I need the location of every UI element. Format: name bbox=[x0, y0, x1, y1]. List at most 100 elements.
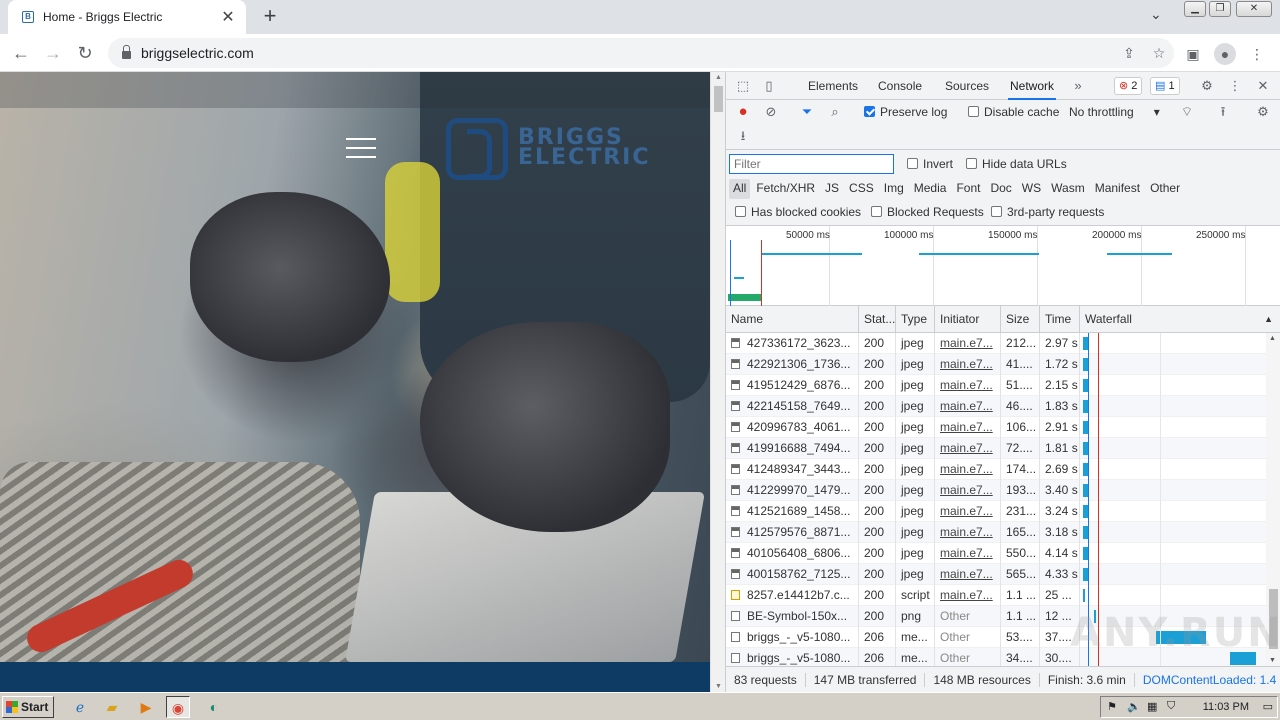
error-count-badge[interactable]: ⊗ 2 bbox=[1114, 77, 1143, 95]
table-scroll-up-icon[interactable]: ▲ bbox=[1269, 335, 1276, 342]
settings-gear-icon[interactable]: ⚙ bbox=[1198, 76, 1216, 96]
lock-icon[interactable] bbox=[122, 45, 131, 59]
message-count-badge[interactable]: ▤ 1 bbox=[1150, 77, 1180, 95]
volume-icon[interactable]: 🔈 bbox=[1127, 700, 1141, 713]
record-icon[interactable]: ● bbox=[734, 102, 752, 122]
type-filter-other[interactable]: Other bbox=[1146, 179, 1184, 199]
close-devtools-icon[interactable]: ✕ bbox=[1254, 76, 1272, 96]
forward-button[interactable]: → bbox=[40, 40, 66, 66]
address-bar[interactable]: briggselectric.com ⇪ ☆ bbox=[108, 38, 1174, 68]
taskbar-clock[interactable]: 11:03 PM bbox=[1203, 697, 1249, 717]
table-row[interactable]: 8257.e14412b7.c... 200 script main.e7... 1.1… bbox=[726, 585, 1266, 606]
cell-initiator[interactable]: main.e7... bbox=[935, 375, 1001, 396]
site-logo[interactable]: BRIGGS ELECTRIC bbox=[446, 118, 666, 180]
file-explorer-icon[interactable]: ▰ bbox=[100, 696, 124, 718]
type-filter-css[interactable]: CSS bbox=[845, 179, 878, 199]
internet-explorer-icon[interactable]: ℯ bbox=[68, 696, 92, 718]
throttling-select[interactable]: No throttling ▾ bbox=[1069, 105, 1160, 119]
type-filter-wasm[interactable]: Wasm bbox=[1047, 179, 1089, 199]
table-row[interactable]: 412299970_1479... 200 jpeg main.e7... 193...… bbox=[726, 480, 1266, 501]
cell-initiator[interactable]: main.e7... bbox=[935, 438, 1001, 459]
tray-flag-icon[interactable]: ⚑ bbox=[1107, 700, 1117, 713]
type-filter-img[interactable]: Img bbox=[880, 179, 908, 199]
table-row[interactable]: 419512429_6876... 200 jpeg main.e7... 51....… bbox=[726, 375, 1266, 396]
network-icon[interactable]: ▦ bbox=[1147, 700, 1157, 713]
table-row[interactable]: 422145158_7649... 200 jpeg main.e7... 46....… bbox=[726, 396, 1266, 417]
cell-initiator[interactable]: main.e7... bbox=[935, 543, 1001, 564]
type-filter-fetch-xhr[interactable]: Fetch/XHR bbox=[752, 179, 819, 199]
scroll-down-icon[interactable]: ▼ bbox=[711, 683, 726, 690]
browser-tab[interactable]: B Home - Briggs Electric ✕ bbox=[8, 0, 246, 34]
profile-avatar-icon[interactable]: ● bbox=[1214, 43, 1236, 65]
new-tab-button[interactable]: + bbox=[258, 4, 282, 28]
scroll-up-icon[interactable]: ▲ bbox=[711, 74, 726, 81]
preserve-log-checkbox[interactable]: Preserve log bbox=[864, 105, 947, 119]
show-desktop-icon[interactable]: ▭ bbox=[1263, 700, 1273, 713]
cell-initiator[interactable]: main.e7... bbox=[935, 333, 1001, 354]
type-filter-all[interactable]: All bbox=[729, 179, 751, 199]
third-party-requests-checkbox[interactable]: 3rd-party requests bbox=[991, 205, 1104, 219]
table-row[interactable]: 412521689_1458... 200 jpeg main.e7... 231...… bbox=[726, 501, 1266, 522]
table-row[interactable]: 400158762_7125... 200 jpeg main.e7... 565...… bbox=[726, 564, 1266, 585]
side-panel-icon[interactable]: ▣ bbox=[1182, 43, 1204, 65]
export-har-icon[interactable]: ⭳ bbox=[734, 126, 752, 146]
type-filter-font[interactable]: Font bbox=[952, 179, 984, 199]
table-row[interactable]: 419916688_7494... 200 jpeg main.e7... 72....… bbox=[726, 438, 1266, 459]
table-row[interactable]: 427336172_3623... 200 jpeg main.e7... 212...… bbox=[726, 333, 1266, 354]
table-row[interactable]: 412579576_8871... 200 jpeg main.e7... 165...… bbox=[726, 522, 1266, 543]
search-icon[interactable]: ⌕ bbox=[826, 102, 844, 122]
cell-initiator[interactable]: main.e7... bbox=[935, 396, 1001, 417]
close-window-button[interactable]: ✕ bbox=[1236, 1, 1272, 17]
disable-cache-checkbox[interactable]: Disable cache bbox=[968, 105, 1059, 119]
has-blocked-cookies-checkbox[interactable]: Has blocked cookies bbox=[735, 205, 861, 219]
column-status[interactable]: Stat... bbox=[859, 306, 896, 333]
start-button[interactable]: Start bbox=[2, 696, 54, 718]
tab-search-chevron-icon[interactable]: ⌄ bbox=[1150, 6, 1162, 23]
table-row[interactable]: 401056408_6806... 200 jpeg main.e7... 550...… bbox=[726, 543, 1266, 564]
network-settings-icon[interactable]: ⚙ bbox=[1254, 102, 1272, 122]
invert-checkbox[interactable]: Invert bbox=[907, 157, 953, 171]
edge-icon[interactable]: ◐ bbox=[202, 696, 226, 718]
menu-kebab-icon[interactable]: ⋮ bbox=[1246, 43, 1268, 65]
cell-initiator[interactable]: main.e7... bbox=[935, 585, 1001, 606]
column-initiator[interactable]: Initiator bbox=[935, 306, 1001, 333]
import-har-icon[interactable]: ⭱ bbox=[1214, 102, 1232, 122]
security-shield-icon[interactable]: ⛉ bbox=[1167, 700, 1175, 713]
device-toolbar-icon[interactable]: ▯ bbox=[760, 76, 778, 96]
devtools-menu-icon[interactable]: ⋮ bbox=[1226, 76, 1244, 96]
chrome-taskbar-icon[interactable]: ◉ bbox=[166, 696, 190, 718]
cell-initiator[interactable]: main.e7... bbox=[935, 480, 1001, 501]
tab-console[interactable]: Console bbox=[876, 72, 924, 100]
type-filter-media[interactable]: Media bbox=[910, 179, 951, 199]
tab-elements[interactable]: Elements bbox=[806, 72, 860, 100]
inspect-element-icon[interactable]: ⬚ bbox=[734, 76, 752, 96]
table-scroll-down-icon[interactable]: ▼ bbox=[1269, 657, 1276, 664]
network-conditions-icon[interactable]: ⌔ bbox=[1178, 102, 1196, 122]
type-filter-js[interactable]: JS bbox=[821, 179, 843, 199]
type-filter-ws[interactable]: WS bbox=[1018, 179, 1045, 199]
share-icon[interactable]: ⇪ bbox=[1114, 45, 1144, 62]
page-scroll-thumb[interactable] bbox=[714, 86, 723, 112]
cell-initiator[interactable]: main.e7... bbox=[935, 354, 1001, 375]
column-time[interactable]: Time bbox=[1040, 306, 1080, 333]
tab-network[interactable]: Network bbox=[1008, 72, 1057, 100]
filter-input[interactable] bbox=[729, 154, 894, 174]
cell-initiator[interactable]: main.e7... bbox=[935, 564, 1001, 585]
reload-button[interactable]: ↻ bbox=[72, 40, 98, 66]
url-text[interactable]: briggselectric.com bbox=[141, 45, 1114, 61]
media-player-icon[interactable]: ▶ bbox=[134, 696, 158, 718]
page-scrollbar[interactable]: ▲ ▼ bbox=[710, 72, 725, 692]
column-type[interactable]: Type bbox=[896, 306, 935, 333]
blocked-requests-checkbox[interactable]: Blocked Requests bbox=[871, 205, 984, 219]
table-row[interactable]: 420996783_4061... 200 jpeg main.e7... 106...… bbox=[726, 417, 1266, 438]
clear-icon[interactable]: ⊘ bbox=[762, 102, 780, 122]
bookmark-star-icon[interactable]: ☆ bbox=[1144, 45, 1174, 62]
table-row[interactable]: 412489347_3443... 200 jpeg main.e7... 174...… bbox=[726, 459, 1266, 480]
back-button[interactable]: ← bbox=[8, 40, 34, 66]
close-tab-icon[interactable]: ✕ bbox=[216, 7, 240, 27]
tab-sources[interactable]: Sources bbox=[943, 72, 991, 100]
table-row[interactable]: 422921306_1736... 200 jpeg main.e7... 41....… bbox=[726, 354, 1266, 375]
cell-initiator[interactable]: main.e7... bbox=[935, 459, 1001, 480]
network-overview-timeline[interactable]: 50000 ms 100000 ms 150000 ms 200000 ms 2… bbox=[726, 226, 1280, 306]
type-filter-manifest[interactable]: Manifest bbox=[1091, 179, 1144, 199]
